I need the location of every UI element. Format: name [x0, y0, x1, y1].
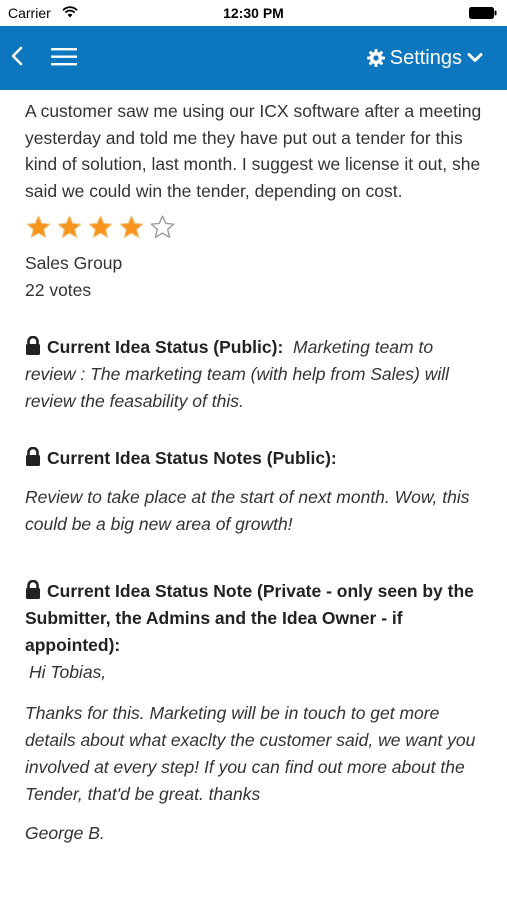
group-label: Sales Group — [25, 253, 123, 273]
star-filled-icon[interactable] — [25, 214, 52, 241]
status-bar: Carrier 12:30 PM — [0, 0, 507, 26]
status-public-section: Current Idea Status (Public): Marketing … — [25, 334, 485, 415]
star-filled-icon[interactable] — [118, 214, 145, 241]
status-public-heading: Current Idea Status (Public): — [47, 337, 284, 357]
lock-icon — [26, 336, 40, 355]
battery-icon — [469, 7, 497, 19]
hamburger-icon — [51, 48, 77, 66]
menu-button[interactable] — [48, 45, 80, 69]
chevron-down-icon — [467, 53, 483, 62]
idea-description: A customer saw me using our ICX software… — [25, 101, 482, 201]
idea-detail: A customer saw me using our ICX software… — [25, 98, 485, 847]
status-time: 12:30 PM — [223, 5, 284, 21]
star-filled-icon[interactable] — [56, 214, 83, 241]
status-notes-public-section: Current Idea Status Notes (Public): Revi… — [25, 445, 485, 538]
chevron-left-icon — [11, 46, 23, 66]
star-filled-icon[interactable] — [87, 214, 114, 241]
gear-icon — [366, 49, 385, 67]
private-note-signature: George B. — [25, 823, 105, 843]
private-note-body: Thanks for this. Marketing will be in to… — [25, 703, 476, 804]
star-empty-icon[interactable] — [149, 214, 176, 241]
nav-bar: Settings — [0, 26, 507, 90]
status-note-private-section: Current Idea Status Note (Private - only… — [25, 578, 485, 847]
status-notes-public-heading: Current Idea Status Notes (Public): — [47, 448, 337, 468]
vote-count: 22 votes — [25, 280, 92, 300]
lock-icon — [26, 580, 40, 599]
star-rating[interactable] — [25, 214, 485, 242]
back-button[interactable] — [6, 40, 30, 72]
status-note-private-heading: Current Idea Status Note (Private - only… — [25, 581, 474, 655]
lock-icon — [26, 447, 40, 466]
settings-dropdown-button[interactable]: Settings — [366, 44, 483, 72]
status-notes-public-text: Review to take place at the start of nex… — [25, 487, 470, 534]
private-note-greeting: Hi Tobias, — [29, 662, 107, 682]
settings-label: Settings — [389, 46, 462, 69]
idea-meta: Sales Group 22 votes — [25, 250, 485, 304]
